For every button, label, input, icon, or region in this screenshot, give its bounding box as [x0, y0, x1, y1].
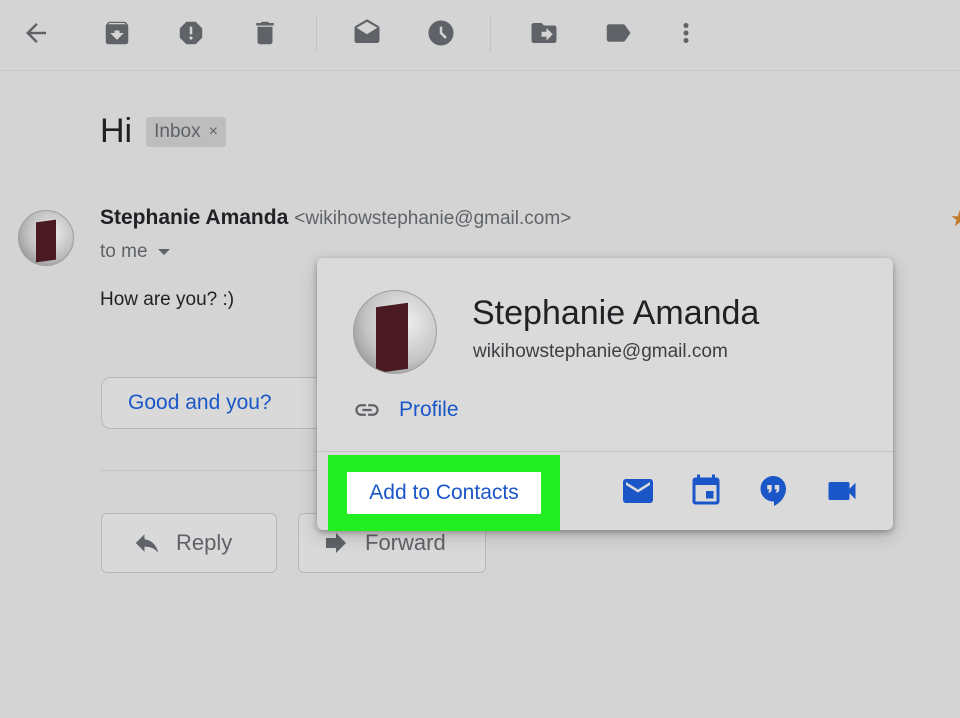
video-call-icon[interactable] [823, 472, 861, 510]
toolbar-divider [316, 16, 317, 52]
add-to-contacts-button[interactable]: Add to Contacts [347, 472, 541, 514]
contact-name: Stephanie Amanda [472, 294, 760, 332]
hangouts-icon[interactable] [755, 472, 793, 510]
report-spam-icon[interactable] [174, 16, 208, 50]
reply-button[interactable]: Reply [101, 513, 277, 573]
calendar-icon[interactable] [687, 472, 725, 510]
snooze-icon[interactable] [424, 16, 458, 50]
label-chip-text: Inbox [154, 120, 201, 142]
chevron-down-icon [157, 249, 170, 255]
email-subject: Hi [100, 112, 133, 150]
add-to-contacts-highlight: Add to Contacts [328, 455, 560, 531]
toolbar-divider [490, 16, 491, 52]
link-icon [355, 404, 379, 416]
sender-line: Stephanie Amanda <wikihowstephanie@gmail.… [100, 206, 571, 230]
avatar-door-image [36, 219, 56, 263]
move-to-icon[interactable] [527, 16, 561, 50]
inbox-label-chip[interactable]: Inbox × [146, 116, 226, 147]
forward-icon [326, 533, 346, 553]
label-icon[interactable] [601, 16, 635, 50]
sender-avatar[interactable] [18, 210, 74, 266]
delete-icon[interactable] [248, 16, 282, 50]
more-vert-icon[interactable] [669, 16, 703, 50]
contact-email: wikihowstephanie@gmail.com [473, 341, 728, 362]
contact-avatar [353, 290, 437, 374]
profile-link[interactable]: Profile [399, 398, 459, 422]
avatar-door-image [376, 302, 408, 373]
remove-label-icon[interactable]: × [209, 123, 218, 141]
email-toolbar [0, 0, 960, 71]
subject-row: Hi Inbox × [100, 112, 226, 151]
mark-unread-icon[interactable] [350, 16, 384, 50]
sender-email: <wikihowstephanie@gmail.com> [294, 208, 572, 229]
contact-hover-card: Stephanie Amanda wikihowstephanie@gmail.… [317, 258, 893, 531]
forward-label: Forward [365, 530, 446, 555]
reply-divider [100, 470, 330, 471]
reply-icon [135, 534, 159, 553]
profile-link-row[interactable]: Profile [353, 396, 459, 424]
star-icon[interactable]: ★ [950, 206, 960, 232]
recipient-details-toggle[interactable]: to me [100, 241, 170, 263]
sender-name[interactable]: Stephanie Amanda [100, 206, 288, 229]
archive-icon[interactable] [100, 16, 134, 50]
recipient-text: to me [100, 241, 148, 262]
smart-reply-button[interactable]: Good and you? [101, 377, 341, 429]
reply-label: Reply [176, 530, 233, 555]
back-arrow-icon[interactable] [19, 16, 53, 50]
card-divider [317, 451, 893, 452]
email-body: How are you? :) [100, 289, 235, 310]
email-icon[interactable] [619, 472, 657, 510]
